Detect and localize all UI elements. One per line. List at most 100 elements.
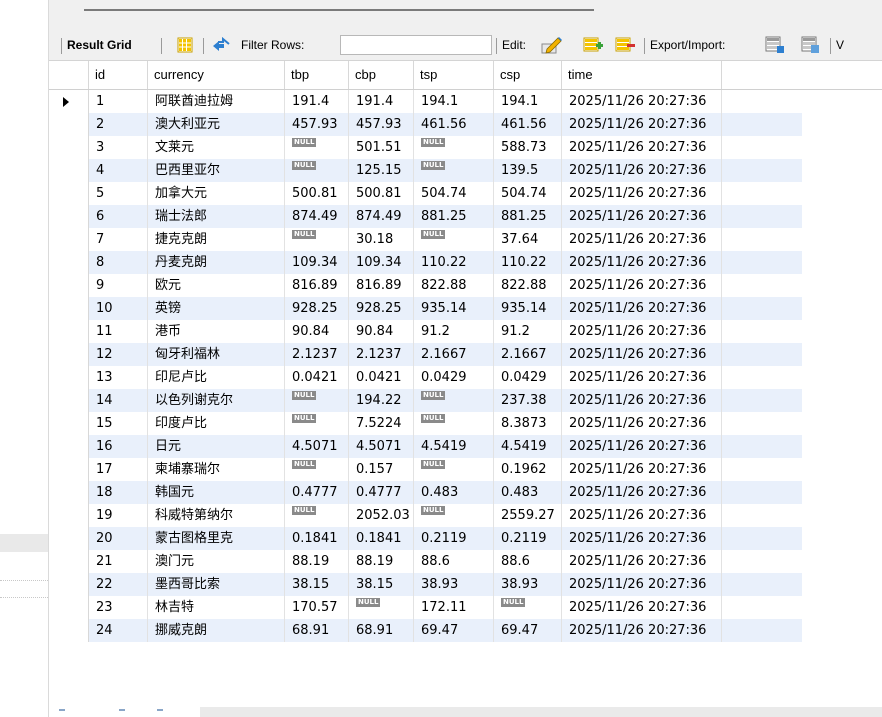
cell-time[interactable]: 2025/11/26 20:27:36 xyxy=(562,550,722,573)
cell-time[interactable]: 2025/11/26 20:27:36 xyxy=(562,573,722,596)
cell-tsp[interactable]: 2.1667 xyxy=(414,343,494,366)
cell-tsp[interactable]: 38.93 xyxy=(414,573,494,596)
cell-currency[interactable]: 挪威克朗 xyxy=(148,619,285,642)
cell-tbp[interactable]: 874.49 xyxy=(285,205,349,228)
cell-tbp[interactable]: 2.1237 xyxy=(285,343,349,366)
table-row[interactable]: 21 澳门元 88.19 88.19 88.6 88.6 2025/11/26 20:27:… xyxy=(49,550,882,573)
cell-id[interactable]: 17 xyxy=(89,458,148,481)
cell-tsp[interactable]: NULL xyxy=(414,389,494,412)
table-row[interactable]: 6 瑞士法郎 874.49 874.49 881.25 881.25 2025/11/26 … xyxy=(49,205,882,228)
table-row[interactable]: 17 柬埔寨瑞尔 NULL 0.157 NULL 0.1962 2025/11/26 20:… xyxy=(49,458,882,481)
cell-tsp[interactable]: NULL xyxy=(414,458,494,481)
cell-tsp[interactable]: 0.483 xyxy=(414,481,494,504)
cell-cbp[interactable]: 0.157 xyxy=(349,458,414,481)
cell-time[interactable]: 2025/11/26 20:27:36 xyxy=(562,297,722,320)
table-row[interactable]: 11 港币 90.84 90.84 91.2 91.2 2025/11/26 20:27:3… xyxy=(49,320,882,343)
cell-time[interactable]: 2025/11/26 20:27:36 xyxy=(562,412,722,435)
cell-tsp[interactable]: 881.25 xyxy=(414,205,494,228)
cell-tbp[interactable]: 457.93 xyxy=(285,113,349,136)
cell-cbp[interactable]: 4.5071 xyxy=(349,435,414,458)
cell-time[interactable]: 2025/11/26 20:27:36 xyxy=(562,113,722,136)
cell-time[interactable]: 2025/11/26 20:27:36 xyxy=(562,366,722,389)
table-row[interactable]: 10 英镑 928.25 928.25 935.14 935.14 2025/11/26 2… xyxy=(49,297,882,320)
cell-csp[interactable]: 935.14 xyxy=(494,297,562,320)
cell-cbp[interactable]: 0.4777 xyxy=(349,481,414,504)
refresh-arrows-icon[interactable] xyxy=(211,36,231,53)
row-indicator[interactable] xyxy=(49,159,89,182)
cell-csp[interactable]: NULL xyxy=(494,596,562,619)
cell-csp[interactable]: 588.73 xyxy=(494,136,562,159)
cell-currency[interactable]: 港币 xyxy=(148,320,285,343)
cell-cbp[interactable]: 7.5224 xyxy=(349,412,414,435)
cell-tbp[interactable]: 88.19 xyxy=(285,550,349,573)
cell-time[interactable]: 2025/11/26 20:27:36 xyxy=(562,228,722,251)
row-indicator[interactable] xyxy=(49,90,89,113)
cell-tsp[interactable]: 69.47 xyxy=(414,619,494,642)
cell-tsp[interactable]: 172.11 xyxy=(414,596,494,619)
cell-currency[interactable]: 文莱元 xyxy=(148,136,285,159)
table-row[interactable]: 12 匈牙利福林 2.1237 2.1237 2.1667 2.1667 2025/11/2… xyxy=(49,343,882,366)
cell-tbp[interactable]: NULL xyxy=(285,159,349,182)
cell-tbp[interactable]: 928.25 xyxy=(285,297,349,320)
cell-cbp[interactable]: 928.25 xyxy=(349,297,414,320)
cell-csp[interactable]: 0.2119 xyxy=(494,527,562,550)
cell-csp[interactable]: 881.25 xyxy=(494,205,562,228)
cell-currency[interactable]: 蒙古图格里克 xyxy=(148,527,285,550)
cell-csp[interactable]: 8.3873 xyxy=(494,412,562,435)
row-indicator[interactable] xyxy=(49,113,89,136)
table-row[interactable]: 3 文莱元 NULL 501.51 NULL 588.73 2025/11/26 20:27… xyxy=(49,136,882,159)
table-row[interactable]: 2 澳大利亚元 457.93 457.93 461.56 461.56 2025/11/26… xyxy=(49,113,882,136)
cell-tbp[interactable]: 0.0421 xyxy=(285,366,349,389)
cell-tsp[interactable]: NULL xyxy=(414,159,494,182)
cell-tbp[interactable]: 109.34 xyxy=(285,251,349,274)
row-indicator[interactable] xyxy=(49,320,89,343)
cell-cbp[interactable]: 2.1237 xyxy=(349,343,414,366)
column-header-currency[interactable]: currency xyxy=(148,61,285,89)
cell-id[interactable]: 2 xyxy=(89,113,148,136)
cell-cbp[interactable]: 88.19 xyxy=(349,550,414,573)
table-row[interactable]: 7 捷克克朗 NULL 30.18 NULL 37.64 2025/11/26 20:27:… xyxy=(49,228,882,251)
top-scrollbar[interactable] xyxy=(84,9,594,11)
cell-time[interactable]: 2025/11/26 20:27:36 xyxy=(562,481,722,504)
row-indicator[interactable] xyxy=(49,389,89,412)
cell-currency[interactable]: 日元 xyxy=(148,435,285,458)
cell-id[interactable]: 3 xyxy=(89,136,148,159)
cell-currency[interactable]: 科威特第纳尔 xyxy=(148,504,285,527)
cell-tsp[interactable]: 0.0429 xyxy=(414,366,494,389)
grid-icon[interactable] xyxy=(177,37,193,53)
row-indicator[interactable] xyxy=(49,619,89,642)
cell-csp[interactable]: 69.47 xyxy=(494,619,562,642)
cell-id[interactable]: 10 xyxy=(89,297,148,320)
cell-id[interactable]: 1 xyxy=(89,90,148,113)
cell-csp[interactable]: 461.56 xyxy=(494,113,562,136)
cell-csp[interactable]: 237.38 xyxy=(494,389,562,412)
cell-tsp[interactable]: NULL xyxy=(414,228,494,251)
cell-id[interactable]: 14 xyxy=(89,389,148,412)
cell-time[interactable]: 2025/11/26 20:27:36 xyxy=(562,251,722,274)
column-header-cbp[interactable]: cbp xyxy=(349,61,414,89)
cell-tbp[interactable]: NULL xyxy=(285,228,349,251)
cell-tbp[interactable]: 816.89 xyxy=(285,274,349,297)
cell-id[interactable]: 12 xyxy=(89,343,148,366)
table-row[interactable]: 4 巴西里亚尔 NULL 125.15 NULL 139.5 2025/11/26 20:2… xyxy=(49,159,882,182)
cell-time[interactable]: 2025/11/26 20:27:36 xyxy=(562,389,722,412)
cell-currency[interactable]: 以色列谢克尔 xyxy=(148,389,285,412)
cell-tbp[interactable]: 90.84 xyxy=(285,320,349,343)
cell-time[interactable]: 2025/11/26 20:27:36 xyxy=(562,320,722,343)
cell-csp[interactable]: 4.5419 xyxy=(494,435,562,458)
table-row[interactable]: 15 印度卢比 NULL 7.5224 NULL 8.3873 2025/11/26 20:… xyxy=(49,412,882,435)
cell-id[interactable]: 19 xyxy=(89,504,148,527)
cell-cbp[interactable]: 500.81 xyxy=(349,182,414,205)
cell-tsp[interactable]: NULL xyxy=(414,504,494,527)
cell-cbp[interactable]: 874.49 xyxy=(349,205,414,228)
row-indicator[interactable] xyxy=(49,504,89,527)
column-header-tbp[interactable]: tbp xyxy=(285,61,349,89)
row-indicator[interactable] xyxy=(49,435,89,458)
row-indicator[interactable] xyxy=(49,136,89,159)
cell-tsp[interactable]: NULL xyxy=(414,412,494,435)
cell-currency[interactable]: 澳门元 xyxy=(148,550,285,573)
cell-id[interactable]: 23 xyxy=(89,596,148,619)
cell-cbp[interactable]: NULL xyxy=(349,596,414,619)
cell-tbp[interactable]: 0.4777 xyxy=(285,481,349,504)
cell-time[interactable]: 2025/11/26 20:27:36 xyxy=(562,596,722,619)
